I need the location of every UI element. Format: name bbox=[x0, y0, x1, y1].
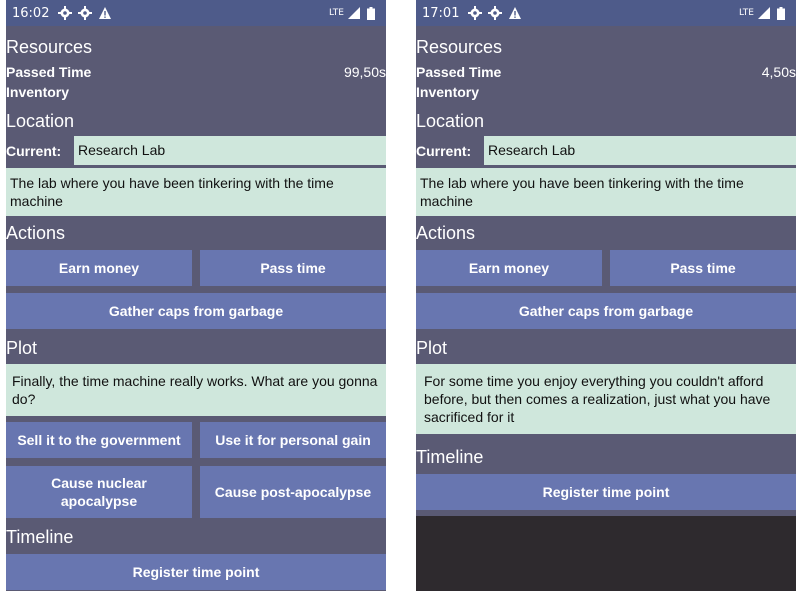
plot-text: Finally, the time machine really works. … bbox=[6, 364, 386, 416]
inventory-row: Inventory bbox=[6, 82, 386, 102]
earn-money-button[interactable]: Earn money bbox=[6, 250, 192, 286]
sell-to-government-button[interactable]: Sell it to the government bbox=[6, 422, 192, 458]
current-location-row: Current: Research Lab bbox=[6, 136, 386, 165]
passed-time-row: Passed Time 4,50s bbox=[416, 62, 796, 82]
resources-title: Resources bbox=[6, 37, 93, 57]
lte-signal-icon bbox=[756, 5, 772, 21]
status-time: 16:02 bbox=[12, 5, 50, 21]
plot-text: For some time you enjoy everything you c… bbox=[416, 364, 796, 434]
pass-time-button[interactable]: Pass time bbox=[200, 250, 386, 286]
passed-time-label: Passed Time bbox=[6, 64, 92, 80]
actions-title: Actions bbox=[6, 223, 66, 243]
plot-title: Plot bbox=[416, 338, 448, 358]
gear-icon bbox=[77, 5, 93, 21]
timeline-title: Timeline bbox=[416, 447, 484, 467]
lte-signal-icon bbox=[346, 5, 362, 21]
location-description: The lab where you have been tinkering wi… bbox=[416, 168, 796, 216]
status-time: 17:01 bbox=[422, 5, 460, 21]
location-title: Location bbox=[416, 111, 485, 131]
personal-gain-button[interactable]: Use it for personal gain bbox=[200, 422, 386, 458]
passed-time-value: 99,50s bbox=[343, 64, 386, 80]
location-description: The lab where you have been tinkering wi… bbox=[6, 168, 386, 216]
current-label: Current: bbox=[416, 142, 472, 159]
gather-caps-button[interactable]: Gather caps from garbage bbox=[6, 293, 386, 329]
plot-title: Plot bbox=[6, 338, 38, 358]
timeline-canvas bbox=[416, 516, 796, 591]
inventory-row: Inventory bbox=[416, 82, 796, 102]
battery-icon bbox=[776, 5, 786, 21]
post-apocalypse-button[interactable]: Cause post-apocalypse bbox=[200, 466, 386, 518]
warning-icon bbox=[507, 5, 523, 21]
register-time-point-button[interactable]: Register time point bbox=[6, 554, 386, 590]
warning-icon bbox=[97, 5, 113, 21]
inventory-label: Inventory bbox=[6, 84, 70, 100]
location-title: Location bbox=[6, 111, 75, 131]
status-bar: 17:01 LTE bbox=[416, 0, 796, 26]
left-phone-screen: 16:02 LTE Resources Passed Time 99,50s I… bbox=[6, 0, 386, 591]
nuclear-apocalypse-button[interactable]: Cause nuclear apocalypse bbox=[6, 466, 192, 518]
battery-icon bbox=[366, 5, 376, 21]
earn-money-button[interactable]: Earn money bbox=[416, 250, 602, 286]
current-label: Current: bbox=[6, 142, 62, 159]
gear-icon bbox=[487, 5, 503, 21]
passed-time-row: Passed Time 99,50s bbox=[6, 62, 386, 82]
resources-title: Resources bbox=[416, 37, 503, 57]
right-phone-screen: 17:01 LTE Resources Passed Time 4,50s In… bbox=[416, 0, 796, 591]
current-location-value: Research Lab bbox=[74, 136, 386, 165]
current-location-value: Research Lab bbox=[484, 136, 796, 165]
passed-time-value: 4,50s bbox=[761, 64, 796, 80]
current-location-row: Current: Research Lab bbox=[416, 136, 796, 165]
gather-caps-button[interactable]: Gather caps from garbage bbox=[416, 293, 796, 329]
register-time-point-button[interactable]: Register time point bbox=[416, 474, 796, 510]
timeline-title: Timeline bbox=[6, 527, 74, 547]
pass-time-button[interactable]: Pass time bbox=[610, 250, 796, 286]
inventory-label: Inventory bbox=[416, 84, 480, 100]
network-type: LTE bbox=[739, 8, 754, 18]
network-type: LTE bbox=[329, 8, 344, 18]
gear-icon bbox=[57, 5, 73, 21]
status-bar: 16:02 LTE bbox=[6, 0, 386, 26]
gear-icon bbox=[467, 5, 483, 21]
passed-time-label: Passed Time bbox=[416, 64, 502, 80]
actions-title: Actions bbox=[416, 223, 476, 243]
